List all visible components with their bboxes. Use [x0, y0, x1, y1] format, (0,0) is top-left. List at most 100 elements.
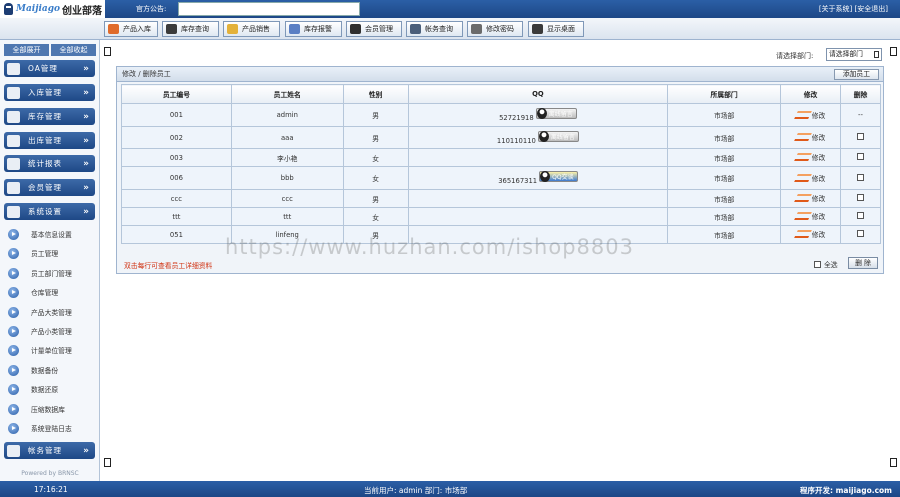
frame-corner-bottom-left — [104, 458, 111, 467]
sidebar-item-employees[interactable]: 员工管理 — [8, 246, 96, 260]
cell-id: 003 — [121, 148, 232, 167]
delete-disabled: -- — [858, 111, 863, 119]
show-desktop-button[interactable]: 显示桌面 — [528, 21, 584, 37]
cell-id: ccc — [121, 189, 232, 208]
dept-select[interactable]: 请选择部门 — [826, 48, 882, 61]
cell-edit: 修改 — [780, 148, 841, 167]
product-in-button[interactable]: 产品入库 — [104, 21, 158, 37]
edit-button[interactable]: 修改 — [793, 173, 825, 183]
menu-oa[interactable]: OA管理 » — [4, 60, 95, 77]
cell-dept: 市场部 — [667, 207, 782, 226]
menu-system-settings[interactable]: 系统设置 » — [4, 203, 95, 220]
logout-link[interactable]: [安全退出] — [855, 5, 888, 13]
play-icon — [8, 383, 19, 395]
sidebar-item-product-subcategory[interactable]: 产品小类管理 — [8, 324, 96, 338]
row-delete-checkbox[interactable] — [856, 153, 864, 160]
edit-button[interactable]: 修改 — [793, 229, 825, 239]
play-icon — [8, 286, 19, 298]
edit-icon — [793, 212, 812, 220]
row-delete-checkbox[interactable] — [856, 230, 864, 237]
sidebar-item-product-category[interactable]: 产品大类管理 — [8, 305, 96, 319]
sidebar-item-units[interactable]: 计量单位管理 — [8, 343, 96, 357]
qq-status-label: 离线留言 — [550, 133, 575, 141]
stock-alarm-button[interactable]: 库存报警 — [285, 21, 342, 37]
chevron-right-icon: » — [83, 135, 89, 146]
product-sale-button[interactable]: 产品销售 — [223, 21, 280, 37]
edit-label: 修改 — [811, 134, 826, 142]
play-icon — [8, 228, 19, 240]
edit-button[interactable]: 修改 — [793, 193, 826, 203]
about-system-link[interactable]: [关于系统] — [819, 5, 852, 13]
cell-dept: 市场部 — [667, 225, 782, 244]
notice-label: 官方公告: — [136, 5, 167, 13]
menu-inventory[interactable]: 库存管理 » — [4, 108, 95, 125]
play-icon — [8, 325, 19, 337]
menu-members[interactable]: 会员管理 » — [4, 179, 95, 196]
edit-label: 修改 — [811, 111, 826, 120]
sidebar-item-warehouse[interactable]: 仓库管理 — [8, 285, 96, 299]
account-query-button[interactable]: 帐务查询 — [406, 21, 463, 37]
change-password-button[interactable]: 修改密码 — [467, 21, 523, 37]
edit-button[interactable]: 修改 — [793, 132, 826, 142]
cell-gender: 男 — [342, 189, 409, 208]
sidebar-item-backup[interactable]: 数据备份 — [8, 363, 96, 377]
cell-dept: 市场部 — [667, 103, 782, 127]
expand-all-button[interactable]: 全部展开 — [4, 44, 49, 56]
menu-reports[interactable]: 统计报表 » — [4, 155, 95, 172]
row-delete-checkbox[interactable] — [856, 212, 864, 219]
chevron-right-icon: » — [83, 182, 89, 193]
qq-chat-button[interactable]: QQ交谈 — [539, 171, 578, 182]
table-row[interactable]: 006 bbb 女 365167311 QQ交谈 市场部 修改 — [121, 166, 882, 190]
table-row[interactable]: ccc ccc 男市场部 修改 — [121, 189, 882, 208]
row-delete-checkbox[interactable] — [856, 173, 864, 181]
cell-qq — [407, 148, 669, 167]
delete-button[interactable]: 删 除 — [848, 257, 878, 269]
col-header-delete: 删除 — [839, 84, 882, 104]
cell-gender: 男 — [342, 103, 409, 127]
sidebar-item-departments[interactable]: 员工部门管理 — [8, 266, 96, 280]
stock-query-button[interactable]: 库存查询 — [162, 21, 219, 37]
menu-stock-in[interactable]: 入库管理 » — [4, 84, 95, 101]
play-icon — [8, 306, 19, 318]
cell-edit: 修改 — [780, 166, 841, 190]
qq-chat-button[interactable]: 离线留言 — [537, 130, 579, 142]
table-header-row: 员工编号 员工姓名 性别 QQ 所属部门 修改 删除 — [121, 84, 882, 104]
table-row[interactable]: 003 李小艳女 市场部 修改 — [121, 148, 882, 167]
member-button[interactable]: 会员管理 — [346, 21, 402, 37]
play-icon — [8, 403, 19, 415]
collapse-all-button[interactable]: 全部收起 — [51, 44, 96, 56]
oa-icon — [7, 62, 20, 75]
table-row[interactable]: ttt ttt 女市场部 修改 — [121, 207, 882, 226]
qq-chat-button[interactable]: 离线留言 — [535, 108, 577, 119]
sidebar-item-restore[interactable]: 数据还原 — [8, 382, 96, 396]
frame-corner-bottom-right — [890, 458, 897, 467]
table-row[interactable]: 001 admin 男 52721918 离线留言 市场部 修改 -- — [121, 103, 882, 127]
sub-item-label: 数据还原 — [31, 386, 59, 394]
sidebar-item-login-log[interactable]: 系统登陆日志 — [8, 421, 96, 435]
select-all-checkbox[interactable] — [814, 260, 821, 268]
edit-label: 修改 — [811, 195, 826, 203]
edit-button[interactable]: 修改 — [793, 110, 826, 120]
add-employee-button[interactable]: 添加员工 — [833, 69, 879, 80]
qq-penguin-icon — [540, 171, 551, 182]
sidebar-item-compress-db[interactable]: 压缩数据库 — [8, 402, 96, 416]
cell-dept: 市场部 — [667, 189, 782, 208]
watermark: https://www.huzhan.com/ishop8803 — [225, 235, 634, 259]
menu-stock-out[interactable]: 出库管理 » — [4, 132, 95, 149]
dept-filter-label: 请选择部门: — [776, 52, 814, 60]
qq-number: 110110110 — [496, 136, 536, 145]
menu-accounts[interactable]: 帐务管理 » — [4, 442, 95, 459]
table-row[interactable]: 002 aaa 男 110110110 离线留言 市场部 修改 — [121, 126, 882, 149]
cell-edit: 修改 — [780, 207, 841, 226]
notice-box — [178, 2, 360, 16]
qq-penguin-icon — [538, 130, 549, 142]
cell-id: 001 — [121, 103, 232, 127]
select-all[interactable]: 全选 — [814, 259, 838, 269]
edit-button[interactable]: 修改 — [793, 152, 825, 162]
stock-out-icon — [7, 134, 20, 147]
cell-delete — [839, 166, 882, 190]
edit-button[interactable]: 修改 — [793, 211, 825, 221]
row-delete-checkbox[interactable] — [856, 194, 864, 201]
row-delete-checkbox[interactable] — [856, 133, 864, 140]
sidebar-item-basic-info[interactable]: 基本信息设置 — [8, 227, 96, 241]
